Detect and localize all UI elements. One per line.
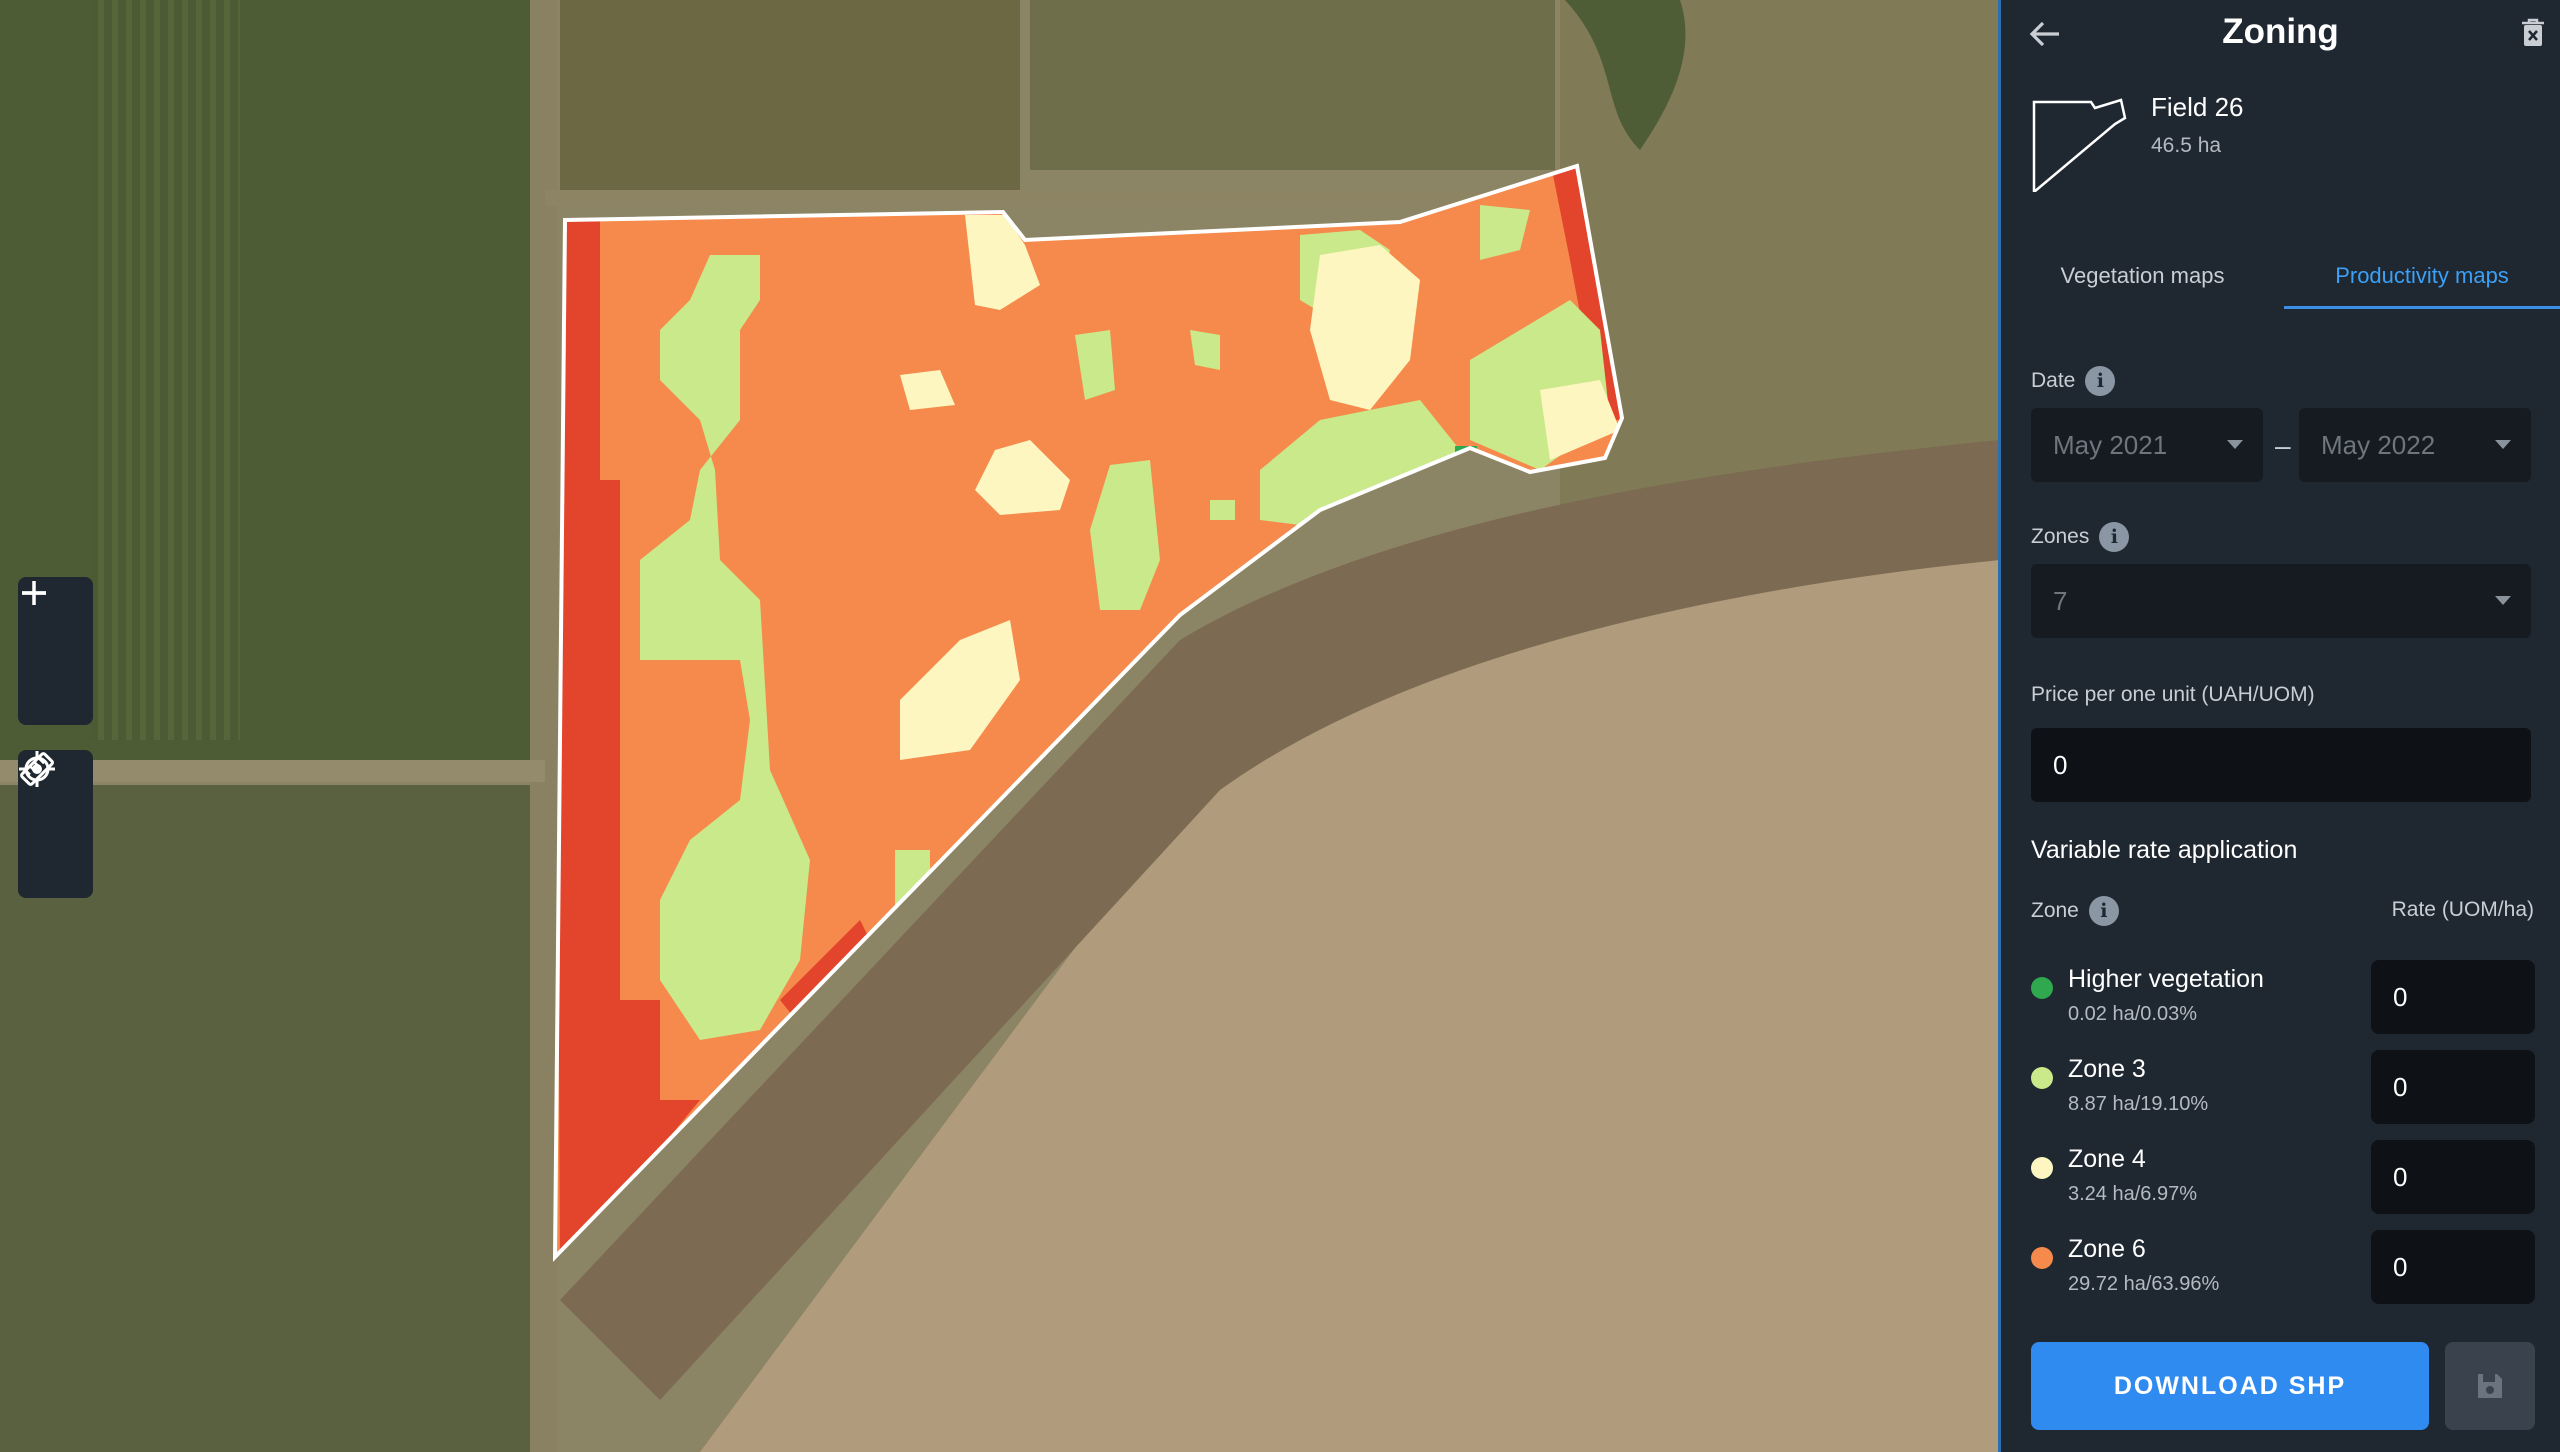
date-separator: –	[2275, 430, 2291, 461]
zone-row: Zone 6 29.72 ha/63.96% 0	[2031, 1230, 2535, 1315]
chevron-down-icon	[2495, 440, 2511, 449]
zones-label-row: Zones i	[2031, 522, 2130, 552]
crop-field-north-1	[560, 0, 1020, 190]
zone-rate-input[interactable]: 0	[2371, 1050, 2535, 1124]
zone-row: Higher vegetation 0.02 ha/0.03% 0	[2031, 960, 2535, 1045]
zone-rate-input[interactable]: 0	[2371, 1140, 2535, 1214]
zone-column-header: Zone i	[2031, 896, 2119, 926]
chevron-down-icon	[2495, 596, 2511, 605]
zone-area: 29.72 ha/63.96%	[2068, 1273, 2220, 1295]
rate-column-label: Rate (UOM/ha)	[2391, 898, 2534, 921]
zoom-out-button[interactable]	[18, 591, 93, 725]
zone-area: 0.02 ha/0.03%	[2068, 1003, 2197, 1025]
zone-name: Higher vegetation	[2068, 965, 2264, 993]
date-label: Date	[2031, 369, 2076, 392]
zone-column-label: Zone	[2031, 899, 2079, 922]
panel-header: Zoning	[2001, 0, 2560, 66]
tab-productivity-maps[interactable]: Productivity maps	[2284, 246, 2560, 309]
zone-row: Zone 3 8.87 ha/19.10% 0	[2031, 1050, 2535, 1135]
zone-name: Zone 6	[2068, 1235, 2146, 1263]
zone-color-dot	[2031, 1067, 2053, 1089]
trash-icon[interactable]	[2520, 18, 2546, 48]
crosshair-icon	[19, 751, 55, 787]
info-icon[interactable]: i	[2085, 366, 2116, 396]
info-icon[interactable]: i	[2099, 522, 2130, 552]
price-input[interactable]: 0	[2031, 728, 2531, 802]
zone-color-dot	[2031, 977, 2053, 999]
tool-controls	[18, 750, 93, 898]
zones-count-value: 7	[2053, 585, 2068, 616]
date-label-row: Date i	[2031, 366, 2116, 396]
zone-rate-input[interactable]: 0	[2371, 1230, 2535, 1304]
zoom-controls	[18, 577, 93, 725]
download-shp-button[interactable]: DOWNLOAD SHP	[2031, 1342, 2429, 1430]
tab-vegetation-maps[interactable]: Vegetation maps	[2001, 246, 2284, 306]
field-area: 46.5 ha	[2151, 134, 2222, 157]
zone-color-dot	[2031, 1157, 2053, 1179]
chevron-down-icon	[2227, 440, 2243, 449]
zone-area: 3.24 ha/6.97%	[2068, 1183, 2197, 1205]
zoning-panel: Zoning Field 26 46.5 ha Vegetation maps …	[1998, 0, 2560, 1452]
crop-field-north-2	[1030, 0, 1555, 170]
minus-icon	[22, 591, 46, 595]
satellite-map[interactable]	[0, 0, 2000, 1452]
zones-label: Zones	[2031, 525, 2090, 548]
map-type-tabs: Vegetation maps Productivity maps	[2001, 246, 2560, 309]
floppy-disk-icon	[2478, 1374, 2502, 1398]
field-name: Field 26	[2151, 92, 2244, 122]
date-from-select[interactable]: May 2021	[2031, 408, 2263, 482]
save-button[interactable]	[2445, 1342, 2535, 1430]
map-canvas	[0, 0, 2000, 1452]
zone-row: Zone 4 3.24 ha/6.97% 0	[2031, 1140, 2535, 1225]
zone-area: 8.87 ha/19.10%	[2068, 1093, 2209, 1115]
zone-name: Zone 3	[2068, 1055, 2146, 1083]
zone-name: Zone 4	[2068, 1145, 2146, 1173]
date-to-value: May 2022	[2321, 429, 2436, 460]
locate-button[interactable]	[18, 751, 93, 898]
field-shape-thumbnail	[2032, 98, 2127, 192]
variable-rate-title: Variable rate application	[2031, 836, 2298, 864]
zone-color-dot	[2031, 1247, 2053, 1269]
date-from-value: May 2021	[2053, 429, 2168, 460]
price-label: Price per one unit (UAH/UOM)	[2031, 683, 2315, 706]
page-title: Zoning	[2222, 12, 2339, 51]
date-to-select[interactable]: May 2022	[2299, 408, 2531, 482]
info-icon[interactable]: i	[2088, 896, 2119, 926]
zones-count-select[interactable]: 7	[2031, 564, 2531, 638]
zone-rate-input[interactable]: 0	[2371, 960, 2535, 1034]
